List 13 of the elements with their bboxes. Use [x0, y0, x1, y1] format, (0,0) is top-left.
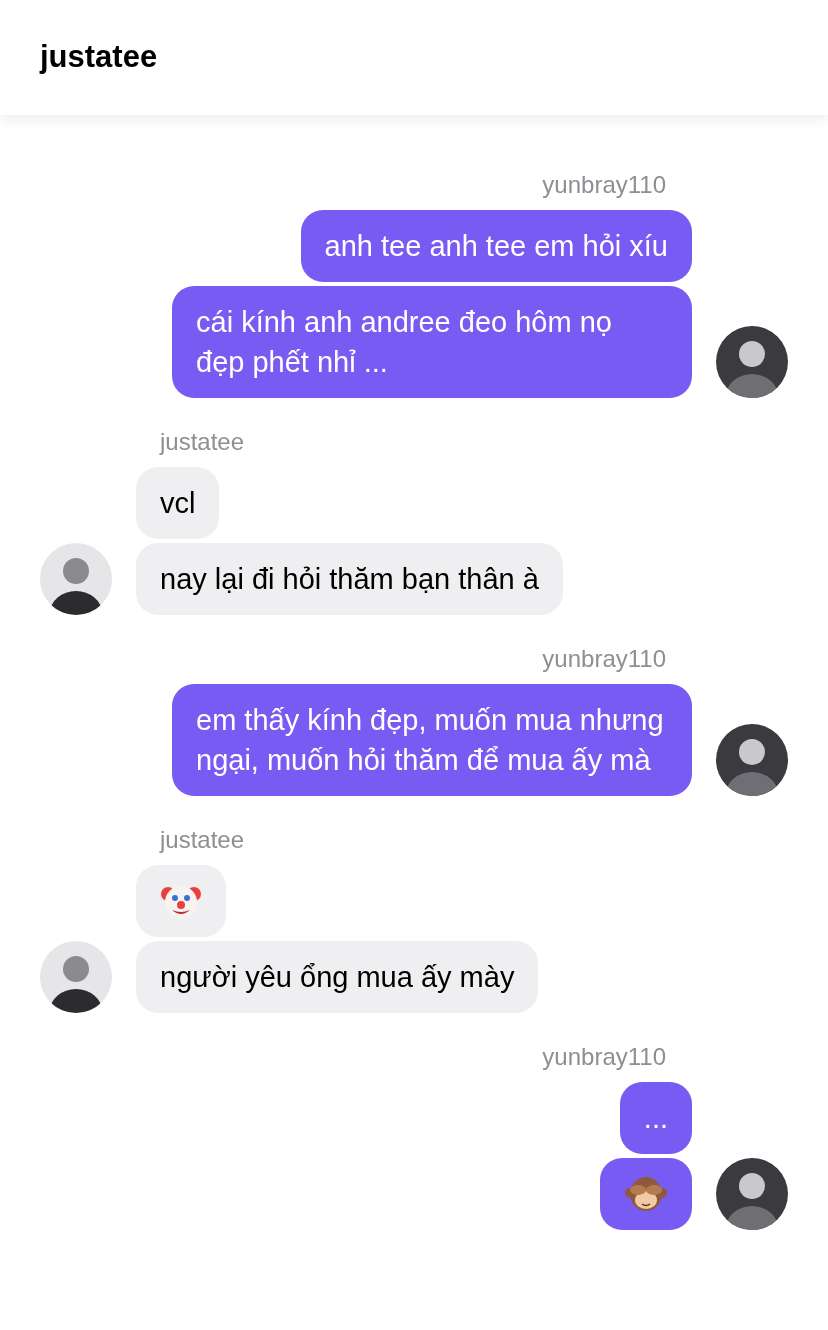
message-bubble: vcl [136, 467, 220, 539]
sender-name: yunbray110 [542, 170, 666, 200]
message-bubble: em thấy kính đẹp, muốn mua nhưng ngại, muốn hỏi thăm để mua ấy mà [172, 684, 692, 796]
chat-title: justatee [40, 38, 158, 77]
message-bubble: anh tee anh tee em hỏi xíu [300, 210, 692, 282]
sender-name: justatee [160, 825, 245, 855]
sender-name: justatee [160, 427, 245, 457]
message-bubble: nay lại đi hỏi thăm bạn thân à [136, 543, 563, 615]
message-bubble: người yêu ổng mua ấy mày [136, 941, 539, 1013]
sender-name: yunbray110 [542, 644, 666, 674]
message-bubble: ... [619, 1082, 692, 1154]
sender-name: yunbray110 [542, 1042, 666, 1072]
message-bubble: cái kính anh andree đeo hôm nọ đẹp phết nhỉ ... [172, 286, 692, 398]
